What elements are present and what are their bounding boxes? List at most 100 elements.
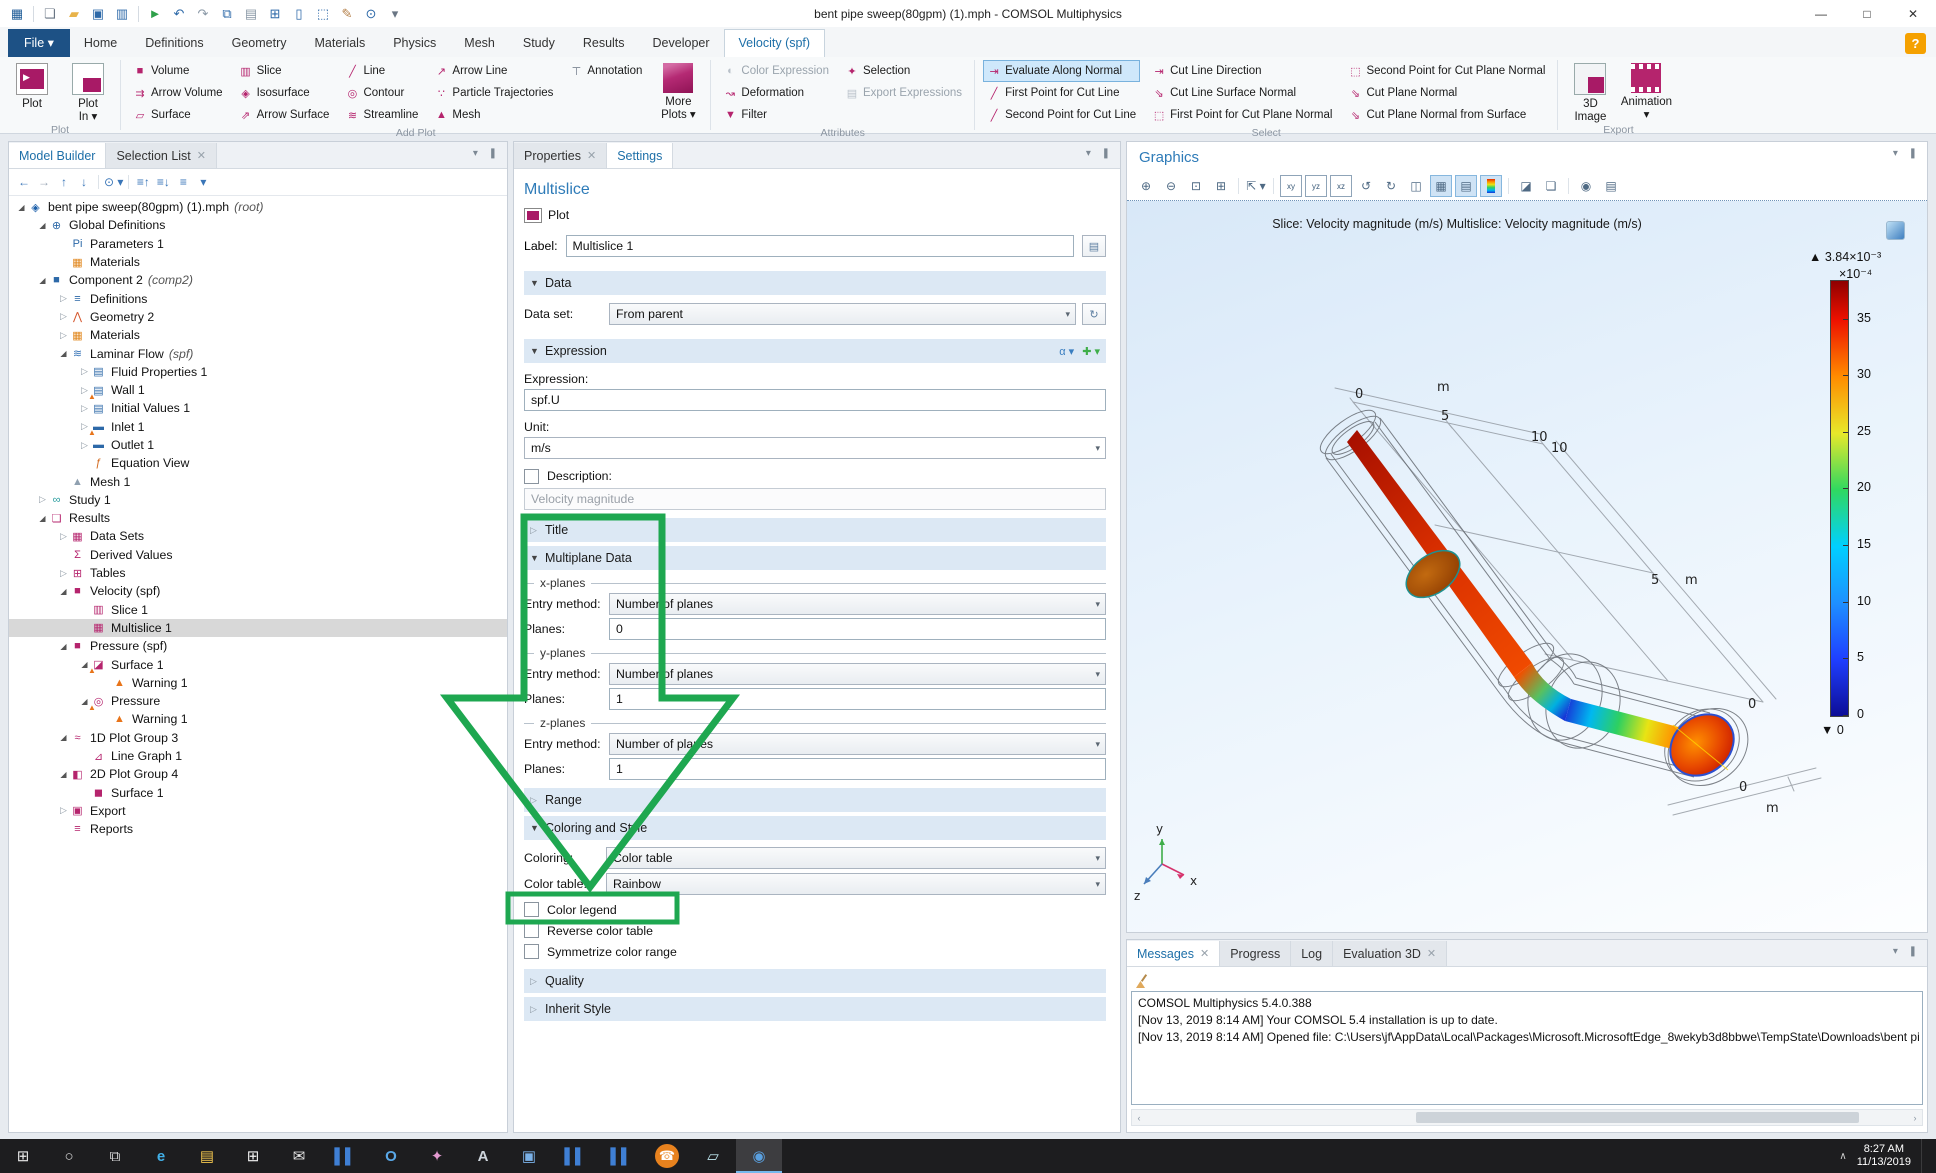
close-icon[interactable]: ✕ <box>587 149 596 162</box>
y-planes-planes-input[interactable]: 1 <box>609 688 1106 710</box>
delete-icon[interactable]: ▯ <box>288 4 310 24</box>
tree-expander[interactable]: ▷ <box>57 805 70 816</box>
tree-expander[interactable]: ▷ <box>78 366 91 377</box>
clear-icon[interactable]: ✎ <box>336 4 358 24</box>
save-icon[interactable]: ▣ <box>87 4 109 24</box>
ribbon-tab-results[interactable]: Results <box>569 30 639 57</box>
show-grid-icon[interactable]: ▦ <box>1430 175 1452 197</box>
transparency-icon[interactable]: ❏ <box>1540 175 1562 197</box>
color-legend-icon[interactable] <box>1480 175 1502 197</box>
tree-item-tables[interactable]: ▷⊞Tables <box>9 564 507 582</box>
mail-icon[interactable]: ✉ <box>276 1139 322 1173</box>
rotate-cw-icon[interactable]: ↻ <box>1380 175 1402 197</box>
ribbon-tab-study[interactable]: Study <box>509 30 569 57</box>
taskbar-clock[interactable]: 8:27 AM 11/13/2019 <box>1857 1143 1911 1169</box>
help-button[interactable]: ? <box>1905 33 1926 54</box>
zoom-in-icon[interactable]: ⊕ <box>1135 175 1157 197</box>
open-file-icon[interactable]: ▰ <box>63 4 85 24</box>
show-icon[interactable]: ⊙ ▾ <box>104 173 123 191</box>
description-checkbox[interactable] <box>524 469 539 484</box>
tree-expander[interactable]: ◢ <box>57 587 70 596</box>
ribbon-tab-mesh[interactable]: Mesh <box>450 30 509 57</box>
tree-expander[interactable]: ▷ <box>78 403 91 414</box>
ribbon-button-surface[interactable]: ▱Surface <box>129 104 227 126</box>
collapse-icon[interactable]: ≡↑ <box>134 173 152 191</box>
ribbon-button-first-point-for-cut-line[interactable]: ╱First Point for Cut Line <box>983 82 1140 104</box>
tab-settings[interactable]: Settings <box>607 143 673 168</box>
clear-messages-icon[interactable] <box>1135 974 1149 988</box>
replace-expression-icon[interactable]: α ▾ <box>1059 345 1074 358</box>
section-expression[interactable]: ▼ Expression α ▾ ✚ ▾ <box>524 339 1106 363</box>
insert-expression-icon[interactable]: ✚ ▾ <box>1082 345 1100 358</box>
x-planes-entry-method-select[interactable]: Number of planes <box>609 593 1106 615</box>
word-icon[interactable]: ▌▌ <box>322 1139 368 1173</box>
tab-log[interactable]: Log <box>1291 941 1333 966</box>
ribbon-button-streamline[interactable]: ≋Streamline <box>341 104 422 126</box>
ribbon-tab-developer[interactable]: Developer <box>639 30 724 57</box>
select-box-icon[interactable]: ⬚ <box>312 4 334 24</box>
new-file-icon[interactable]: ❏ <box>39 4 61 24</box>
ribbon-tab-file[interactable]: File ▾ <box>8 29 70 57</box>
tree-expander[interactable]: ▷ <box>36 494 49 505</box>
view-xy-icon[interactable]: xy <box>1280 175 1302 197</box>
ribbon-button-isosurface[interactable]: ◈Isosurface <box>235 82 334 104</box>
z-planes-entry-method-select[interactable]: Number of planes <box>609 733 1106 755</box>
color-table-select[interactable]: Rainbow <box>606 873 1106 895</box>
ribbon-tab-definitions[interactable]: Definitions <box>131 30 217 57</box>
settings-plot-button[interactable]: Plot <box>524 205 1106 225</box>
ribbon-button-contour[interactable]: ◎Contour <box>341 82 422 104</box>
ribbon-button-cut-line-surface-normal[interactable]: ⇘Cut Line Surface Normal <box>1148 82 1336 104</box>
tree-expander[interactable]: ▷ <box>57 311 70 322</box>
ribbon-button-cut-plane-normal[interactable]: ⇘Cut Plane Normal <box>1344 82 1549 104</box>
ribbon-tab-home[interactable]: Home <box>70 30 131 57</box>
tree-item-velocity-spf-[interactable]: ◢■Velocity (spf) <box>9 582 507 600</box>
ribbon-button-first-point-for-cut-plane-normal[interactable]: ⬚First Point for Cut Plane Normal <box>1148 104 1336 126</box>
section-multiplane-data[interactable]: ▼ Multiplane Data <box>524 546 1106 570</box>
expand-icon[interactable]: ≡↓ <box>154 173 172 191</box>
tray-caret-icon[interactable]: ∧ <box>1839 1151 1846 1162</box>
tree-item-fluid-properties-1[interactable]: ▷▤Fluid Properties 1 <box>9 363 507 381</box>
scroll-left-icon[interactable]: ‹ <box>1132 1113 1146 1123</box>
tree-expander[interactable]: ◢ <box>15 203 28 212</box>
scene-light-icon[interactable]: ◪ <box>1515 175 1537 197</box>
ribbon-tab-physics[interactable]: Physics <box>379 30 450 57</box>
tab-properties[interactable]: Properties✕ <box>514 143 607 168</box>
tab-selection-list[interactable]: Selection List✕ <box>106 143 217 168</box>
zoom-extents-icon[interactable]: ⊞ <box>1210 175 1232 197</box>
close-icon[interactable]: ✕ <box>1200 947 1209 960</box>
tab-model-builder[interactable]: Model Builder <box>9 143 106 168</box>
store-icon[interactable]: ⊞ <box>230 1139 276 1173</box>
tree-item-surface-1[interactable]: ◼Surface 1 <box>9 784 507 802</box>
coloring-select[interactable]: Color table <box>606 847 1106 869</box>
tree-item-wall-1[interactable]: ▷▤▲Wall 1 <box>9 381 507 399</box>
refresh-dataset-button[interactable]: ↻ <box>1082 303 1106 325</box>
tree-expander[interactable]: ▷ <box>57 531 70 542</box>
app-a-icon[interactable]: A <box>460 1139 506 1173</box>
close-icon[interactable]: ✕ <box>197 149 206 162</box>
tree-expander[interactable]: ◢ <box>57 733 70 742</box>
y-planes-entry-method-select[interactable]: Number of planes <box>609 663 1106 685</box>
your-phone-icon[interactable]: ☎ <box>644 1139 690 1173</box>
tree-expander[interactable]: ◢ <box>36 514 49 523</box>
tree-item-parameters-1[interactable]: PiParameters 1 <box>9 235 507 253</box>
label-input[interactable]: Multislice 1 <box>566 235 1074 257</box>
tree-item-derived-values[interactable]: ΣDerived Values <box>9 546 507 564</box>
section-quality[interactable]: ▷ Quality <box>524 969 1106 993</box>
run-icon[interactable]: ► <box>144 4 166 24</box>
tree-expander[interactable]: ▷ <box>57 330 70 341</box>
ribbon-tab-velocity-spf-[interactable]: Velocity (spf) <box>724 29 826 57</box>
ribbon-button-arrow-volume[interactable]: ⇉Arrow Volume <box>129 82 227 104</box>
panel-menu-icons[interactable]: ▾ ❚ <box>1893 946 1921 957</box>
app-icon[interactable]: ▦ <box>6 4 28 24</box>
more-plots-button[interactable]: MorePlots ▾ <box>650 59 706 127</box>
task-view-button[interactable]: ⧉ <box>92 1139 138 1173</box>
tree-item-export[interactable]: ▷▣Export <box>9 802 507 820</box>
tree-item-results[interactable]: ◢❏Results <box>9 509 507 527</box>
copy-icon[interactable]: ⧉ <box>216 4 238 24</box>
tree-caret[interactable]: ▾ <box>194 173 212 191</box>
start-button[interactable]: ⊞ <box>0 1139 46 1173</box>
tree-item-global-definitions[interactable]: ◢⊕Global Definitions <box>9 216 507 234</box>
dataset-select[interactable]: From parent <box>609 303 1076 325</box>
scroll-right-icon[interactable]: › <box>1908 1113 1922 1123</box>
ribbon-button-selection[interactable]: ✦Selection <box>841 60 966 82</box>
